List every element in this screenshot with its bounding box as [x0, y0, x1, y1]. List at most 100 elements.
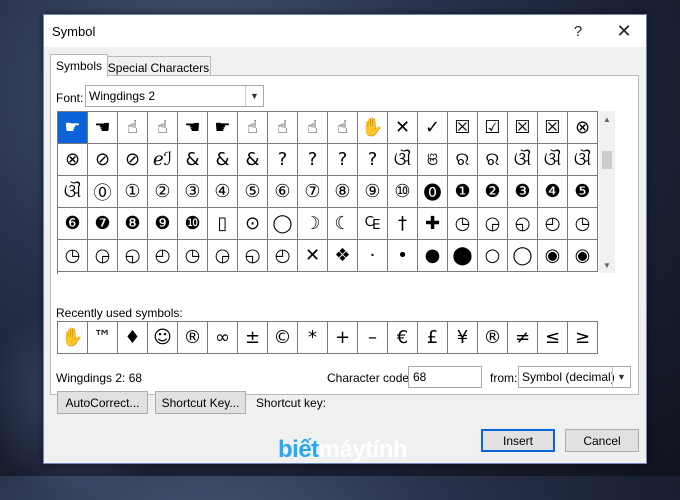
symbol-cell[interactable]: ❸	[508, 176, 538, 208]
symbol-cell[interactable]: ◶	[88, 240, 118, 272]
symbol-cell[interactable]: ◴	[148, 240, 178, 272]
recent-symbol-cell[interactable]: ®	[178, 322, 208, 354]
symbol-cell[interactable]: ☚	[88, 112, 118, 144]
symbol-cell[interactable]: ଔ	[508, 144, 538, 176]
symbol-cell[interactable]: ◶	[208, 240, 238, 272]
symbol-cell[interactable]: ❶	[448, 176, 478, 208]
symbol-cell[interactable]: ☽	[298, 208, 328, 240]
symbol-cell[interactable]: ☛	[208, 112, 238, 144]
symbol-cell[interactable]: ⊗	[568, 112, 598, 144]
symbol-cell[interactable]: ☝	[118, 112, 148, 144]
symbol-cell[interactable]: ⬤	[448, 240, 478, 272]
recent-symbol-cell[interactable]: €	[388, 322, 418, 354]
symbol-cell[interactable]: &	[178, 144, 208, 176]
symbol-cell[interactable]: ?	[358, 144, 388, 176]
recent-symbol-cell[interactable]: ®	[478, 322, 508, 354]
symbol-cell[interactable]: ☛	[58, 112, 88, 144]
symbol-cell[interactable]: ○	[478, 240, 508, 272]
symbol-cell[interactable]: ◵	[238, 240, 268, 272]
symbol-cell[interactable]: ②	[148, 176, 178, 208]
recent-symbol-cell[interactable]: ≤	[538, 322, 568, 354]
symbol-cell[interactable]: ⊘	[88, 144, 118, 176]
symbol-cell[interactable]: ☾	[328, 208, 358, 240]
symbol-cell[interactable]: ◯	[508, 240, 538, 272]
symbol-cell[interactable]: †	[388, 208, 418, 240]
symbol-cell[interactable]: ⊘	[118, 144, 148, 176]
symbol-cell[interactable]: ◷	[568, 208, 598, 240]
font-select[interactable]: Wingdings 2 ▼	[85, 85, 264, 107]
symbol-cell[interactable]: ❖	[328, 240, 358, 272]
scroll-thumb[interactable]	[602, 151, 612, 169]
symbol-cell[interactable]: ☒	[538, 112, 568, 144]
symbol-cell[interactable]: ◵	[508, 208, 538, 240]
symbol-cell[interactable]: ①	[118, 176, 148, 208]
symbol-cell[interactable]: ◷	[448, 208, 478, 240]
symbol-cell[interactable]: ₠	[358, 208, 388, 240]
recent-symbol-cell[interactable]: ™	[88, 322, 118, 354]
symbol-cell[interactable]: ⑨	[358, 176, 388, 208]
symbol-cell[interactable]: ◵	[118, 240, 148, 272]
close-button[interactable]: ✕	[602, 15, 646, 47]
symbol-cell[interactable]: ℯℐ	[148, 144, 178, 176]
chevron-down-icon[interactable]: ▼	[612, 367, 630, 387]
symbol-cell[interactable]: ③	[178, 176, 208, 208]
symbol-cell[interactable]: ର	[448, 144, 478, 176]
symbol-cell[interactable]: ☝	[298, 112, 328, 144]
symbol-cell[interactable]: ☝	[238, 112, 268, 144]
symbol-cell[interactable]: ✓	[418, 112, 448, 144]
symbol-cell[interactable]: ◴	[268, 240, 298, 272]
symbol-cell[interactable]: ☝	[268, 112, 298, 144]
recent-symbol-cell[interactable]: ✋	[58, 322, 88, 354]
symbol-cell[interactable]: ❿	[178, 208, 208, 240]
symbol-cell[interactable]: ◉	[568, 240, 598, 272]
symbol-cell[interactable]: ·	[358, 240, 388, 272]
tab-symbols[interactable]: Symbols	[50, 54, 108, 77]
symbol-cell[interactable]: ଞ	[418, 144, 448, 176]
symbol-cell[interactable]: ❻	[58, 208, 88, 240]
recent-symbol-cell[interactable]: £	[418, 322, 448, 354]
symbol-cell[interactable]: ◯	[268, 208, 298, 240]
symbol-cell[interactable]: ⑧	[328, 176, 358, 208]
symbol-cell[interactable]: ⓿	[418, 176, 448, 208]
shortcut-key-button[interactable]: Shortcut Key...	[155, 391, 246, 414]
recent-symbol-cell[interactable]: ≠	[508, 322, 538, 354]
symbol-cell[interactable]: &	[238, 144, 268, 176]
symbol-cell[interactable]: ❽	[118, 208, 148, 240]
symbol-cell[interactable]: ⑦	[298, 176, 328, 208]
autocorrect-button[interactable]: AutoCorrect...	[57, 391, 148, 414]
help-button[interactable]: ?	[556, 15, 600, 47]
symbol-cell[interactable]: ⑥	[268, 176, 298, 208]
recent-symbol-cell[interactable]: ☺	[148, 322, 178, 354]
symbol-cell[interactable]: ର	[478, 144, 508, 176]
symbol-cell[interactable]: ❹	[538, 176, 568, 208]
from-select[interactable]: Symbol (decimal) ▼	[518, 366, 631, 388]
symbol-cell[interactable]: ☑	[478, 112, 508, 144]
recent-symbol-cell[interactable]: ≥	[568, 322, 598, 354]
symbol-cell[interactable]: ଔ	[58, 176, 88, 208]
symbol-cell[interactable]: ❼	[88, 208, 118, 240]
symbol-cell[interactable]: ☒	[448, 112, 478, 144]
symbol-cell[interactable]: ⑩	[388, 176, 418, 208]
character-code-input[interactable]: 68	[408, 366, 482, 388]
symbol-cell[interactable]: ◷	[178, 240, 208, 272]
symbol-cell[interactable]: ◷	[58, 240, 88, 272]
symbol-cell[interactable]: ⊗	[58, 144, 88, 176]
symbol-cell[interactable]: ଔ	[388, 144, 418, 176]
symbol-cell[interactable]: ◶	[478, 208, 508, 240]
symbol-cell[interactable]: ☝	[328, 112, 358, 144]
symbol-cell[interactable]: ❺	[568, 176, 598, 208]
symbol-cell[interactable]: ④	[208, 176, 238, 208]
recent-symbol-cell[interactable]: ¥	[448, 322, 478, 354]
scroll-up-icon[interactable]: ▲	[599, 111, 615, 127]
symbol-cell[interactable]: ✕	[388, 112, 418, 144]
symbol-cell[interactable]: ●	[418, 240, 448, 272]
symbol-cell[interactable]: ଔ	[538, 144, 568, 176]
symbol-cell[interactable]: ⑤	[238, 176, 268, 208]
recent-symbol-cell[interactable]: *	[298, 322, 328, 354]
symbol-cell[interactable]: ☒	[508, 112, 538, 144]
symbol-cell[interactable]: ✋	[358, 112, 388, 144]
symbol-cell[interactable]: ☚	[178, 112, 208, 144]
recent-symbol-cell[interactable]: ∞	[208, 322, 238, 354]
recent-symbol-cell[interactable]: +	[328, 322, 358, 354]
recent-symbol-cell[interactable]: –	[358, 322, 388, 354]
